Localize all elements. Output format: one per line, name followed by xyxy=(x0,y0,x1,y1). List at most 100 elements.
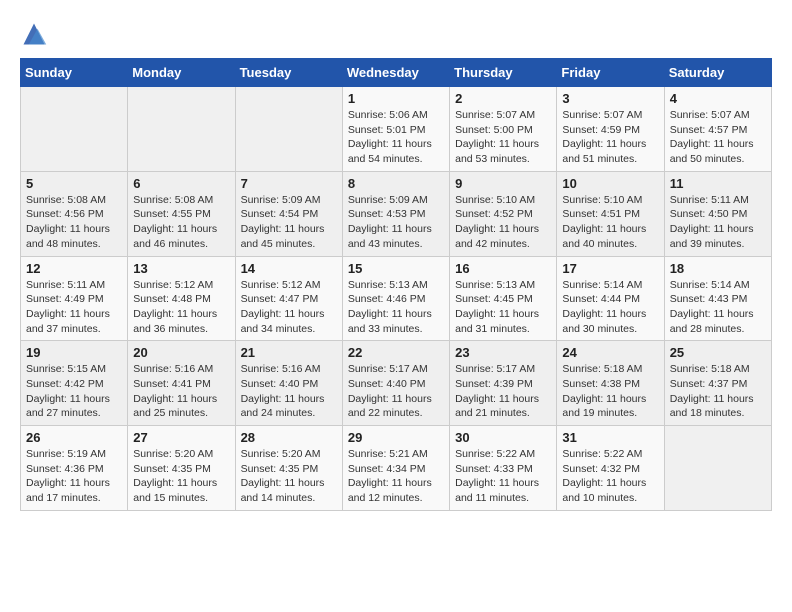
calendar-cell: 6 Sunrise: 5:08 AM Sunset: 4:55 PM Daylig… xyxy=(128,171,235,256)
day-number: 9 xyxy=(455,176,551,191)
weekday-header-wednesday: Wednesday xyxy=(342,59,449,87)
calendar-cell: 17 Sunrise: 5:14 AM Sunset: 4:44 PM Dayli… xyxy=(557,256,664,341)
weekday-header-saturday: Saturday xyxy=(664,59,771,87)
day-number: 14 xyxy=(241,261,337,276)
day-info: Sunrise: 5:16 AM Sunset: 4:41 PM Dayligh… xyxy=(133,362,229,421)
day-number: 25 xyxy=(670,345,766,360)
day-info: Sunrise: 5:14 AM Sunset: 4:43 PM Dayligh… xyxy=(670,278,766,337)
day-number: 3 xyxy=(562,91,658,106)
day-number: 22 xyxy=(348,345,444,360)
day-number: 10 xyxy=(562,176,658,191)
calendar-cell: 21 Sunrise: 5:16 AM Sunset: 4:40 PM Dayli… xyxy=(235,341,342,426)
calendar-cell: 31 Sunrise: 5:22 AM Sunset: 4:32 PM Dayli… xyxy=(557,426,664,511)
calendar-cell: 12Sunrise: 5:11 AM Sunset: 4:49 PM Dayli… xyxy=(21,256,128,341)
calendar-week-4: 19 Sunrise: 5:15 AM Sunset: 4:42 PM Dayli… xyxy=(21,341,772,426)
day-number: 6 xyxy=(133,176,229,191)
calendar-cell: 8 Sunrise: 5:09 AM Sunset: 4:53 PM Daylig… xyxy=(342,171,449,256)
day-info: Sunrise: 5:21 AM Sunset: 4:34 PM Dayligh… xyxy=(348,447,444,506)
day-info: Sunrise: 5:16 AM Sunset: 4:40 PM Dayligh… xyxy=(241,362,337,421)
logo xyxy=(20,20,52,48)
day-number: 27 xyxy=(133,430,229,445)
day-number: 16 xyxy=(455,261,551,276)
calendar-week-3: 12Sunrise: 5:11 AM Sunset: 4:49 PM Dayli… xyxy=(21,256,772,341)
day-number: 7 xyxy=(241,176,337,191)
logo-icon xyxy=(20,20,48,48)
day-number: 11 xyxy=(670,176,766,191)
calendar-cell: 19 Sunrise: 5:15 AM Sunset: 4:42 PM Dayli… xyxy=(21,341,128,426)
day-info: Sunrise: 5:06 AM Sunset: 5:01 PM Dayligh… xyxy=(348,108,444,167)
day-info: Sunrise: 5:07 AM Sunset: 5:00 PM Dayligh… xyxy=(455,108,551,167)
day-info: Sunrise: 5:12 AM Sunset: 4:47 PM Dayligh… xyxy=(241,278,337,337)
calendar-week-1: 1Sunrise: 5:06 AM Sunset: 5:01 PM Daylig… xyxy=(21,87,772,172)
calendar-cell: 24 Sunrise: 5:18 AM Sunset: 4:38 PM Dayli… xyxy=(557,341,664,426)
calendar-cell: 26 Sunrise: 5:19 AM Sunset: 4:36 PM Dayli… xyxy=(21,426,128,511)
calendar-cell: 23 Sunrise: 5:17 AM Sunset: 4:39 PM Dayli… xyxy=(450,341,557,426)
day-number: 19 xyxy=(26,345,122,360)
day-number: 26 xyxy=(26,430,122,445)
calendar-cell: 14 Sunrise: 5:12 AM Sunset: 4:47 PM Dayli… xyxy=(235,256,342,341)
calendar-header: SundayMondayTuesdayWednesdayThursdayFrid… xyxy=(21,59,772,87)
calendar-cell: 4 Sunrise: 5:07 AM Sunset: 4:57 PM Daylig… xyxy=(664,87,771,172)
day-info: Sunrise: 5:10 AM Sunset: 4:51 PM Dayligh… xyxy=(562,193,658,252)
calendar-cell: 25Sunrise: 5:18 AM Sunset: 4:37 PM Dayli… xyxy=(664,341,771,426)
calendar-cell: 3Sunrise: 5:07 AM Sunset: 4:59 PM Daylig… xyxy=(557,87,664,172)
day-info: Sunrise: 5:20 AM Sunset: 4:35 PM Dayligh… xyxy=(133,447,229,506)
day-info: Sunrise: 5:22 AM Sunset: 4:33 PM Dayligh… xyxy=(455,447,551,506)
day-info: Sunrise: 5:17 AM Sunset: 4:40 PM Dayligh… xyxy=(348,362,444,421)
day-number: 29 xyxy=(348,430,444,445)
calendar-cell: 2 Sunrise: 5:07 AM Sunset: 5:00 PM Daylig… xyxy=(450,87,557,172)
day-number: 20 xyxy=(133,345,229,360)
day-number: 18 xyxy=(670,261,766,276)
day-number: 4 xyxy=(670,91,766,106)
day-info: Sunrise: 5:09 AM Sunset: 4:53 PM Dayligh… xyxy=(348,193,444,252)
header-row: SundayMondayTuesdayWednesdayThursdayFrid… xyxy=(21,59,772,87)
day-info: Sunrise: 5:08 AM Sunset: 4:55 PM Dayligh… xyxy=(133,193,229,252)
calendar-cell: 27 Sunrise: 5:20 AM Sunset: 4:35 PM Dayli… xyxy=(128,426,235,511)
day-number: 5 xyxy=(26,176,122,191)
day-info: Sunrise: 5:18 AM Sunset: 4:38 PM Dayligh… xyxy=(562,362,658,421)
day-info: Sunrise: 5:15 AM Sunset: 4:42 PM Dayligh… xyxy=(26,362,122,421)
day-info: Sunrise: 5:19 AM Sunset: 4:36 PM Dayligh… xyxy=(26,447,122,506)
day-info: Sunrise: 5:09 AM Sunset: 4:54 PM Dayligh… xyxy=(241,193,337,252)
weekday-header-friday: Friday xyxy=(557,59,664,87)
calendar-cell: 5 Sunrise: 5:08 AM Sunset: 4:56 PM Daylig… xyxy=(21,171,128,256)
calendar-cell xyxy=(664,426,771,511)
day-number: 13 xyxy=(133,261,229,276)
day-number: 17 xyxy=(562,261,658,276)
weekday-header-monday: Monday xyxy=(128,59,235,87)
calendar-cell: 9Sunrise: 5:10 AM Sunset: 4:52 PM Daylig… xyxy=(450,171,557,256)
calendar-cell: 29 Sunrise: 5:21 AM Sunset: 4:34 PM Dayli… xyxy=(342,426,449,511)
day-number: 8 xyxy=(348,176,444,191)
day-number: 24 xyxy=(562,345,658,360)
day-info: Sunrise: 5:08 AM Sunset: 4:56 PM Dayligh… xyxy=(26,193,122,252)
day-number: 31 xyxy=(562,430,658,445)
day-number: 2 xyxy=(455,91,551,106)
page-header xyxy=(20,20,772,48)
calendar-cell: 28 Sunrise: 5:20 AM Sunset: 4:35 PM Dayli… xyxy=(235,426,342,511)
calendar-cell: 1Sunrise: 5:06 AM Sunset: 5:01 PM Daylig… xyxy=(342,87,449,172)
calendar-cell xyxy=(128,87,235,172)
day-info: Sunrise: 5:14 AM Sunset: 4:44 PM Dayligh… xyxy=(562,278,658,337)
day-number: 21 xyxy=(241,345,337,360)
weekday-header-tuesday: Tuesday xyxy=(235,59,342,87)
calendar-cell: 15Sunrise: 5:13 AM Sunset: 4:46 PM Dayli… xyxy=(342,256,449,341)
calendar-cell: 20 Sunrise: 5:16 AM Sunset: 4:41 PM Dayli… xyxy=(128,341,235,426)
day-info: Sunrise: 5:07 AM Sunset: 4:57 PM Dayligh… xyxy=(670,108,766,167)
calendar-cell: 13Sunrise: 5:12 AM Sunset: 4:48 PM Dayli… xyxy=(128,256,235,341)
day-number: 28 xyxy=(241,430,337,445)
calendar-cell: 16Sunrise: 5:13 AM Sunset: 4:45 PM Dayli… xyxy=(450,256,557,341)
calendar-cell: 11 Sunrise: 5:11 AM Sunset: 4:50 PM Dayli… xyxy=(664,171,771,256)
calendar-cell: 10 Sunrise: 5:10 AM Sunset: 4:51 PM Dayli… xyxy=(557,171,664,256)
day-info: Sunrise: 5:20 AM Sunset: 4:35 PM Dayligh… xyxy=(241,447,337,506)
day-info: Sunrise: 5:13 AM Sunset: 4:46 PM Dayligh… xyxy=(348,278,444,337)
day-number: 30 xyxy=(455,430,551,445)
calendar-week-5: 26 Sunrise: 5:19 AM Sunset: 4:36 PM Dayli… xyxy=(21,426,772,511)
calendar-cell: 7 Sunrise: 5:09 AM Sunset: 4:54 PM Daylig… xyxy=(235,171,342,256)
day-number: 23 xyxy=(455,345,551,360)
day-info: Sunrise: 5:17 AM Sunset: 4:39 PM Dayligh… xyxy=(455,362,551,421)
day-info: Sunrise: 5:22 AM Sunset: 4:32 PM Dayligh… xyxy=(562,447,658,506)
day-info: Sunrise: 5:11 AM Sunset: 4:49 PM Dayligh… xyxy=(26,278,122,337)
calendar-cell: 18 Sunrise: 5:14 AM Sunset: 4:43 PM Dayli… xyxy=(664,256,771,341)
day-info: Sunrise: 5:11 AM Sunset: 4:50 PM Dayligh… xyxy=(670,193,766,252)
calendar-week-2: 5 Sunrise: 5:08 AM Sunset: 4:56 PM Daylig… xyxy=(21,171,772,256)
